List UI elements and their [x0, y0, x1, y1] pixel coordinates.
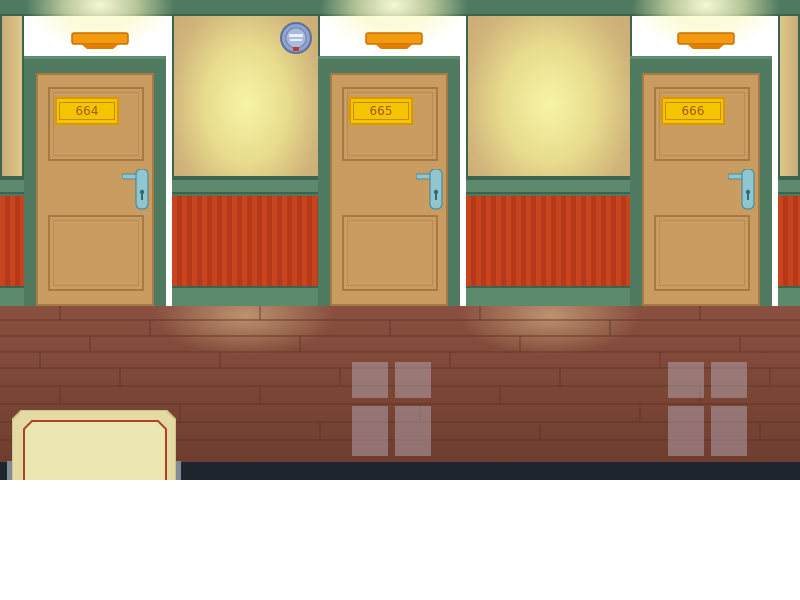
- window-reflection: [395, 406, 431, 456]
- window-reflection: [352, 362, 388, 398]
- hotel-door[interactable]: 665: [330, 73, 448, 306]
- wall-lamp-icon: [677, 32, 735, 49]
- room-number-plate: 665: [349, 97, 413, 125]
- door-frame-664: 664: [24, 56, 166, 306]
- wall-section-2: [466, 14, 632, 306]
- door-frame-665: 665: [318, 56, 460, 306]
- door-lower-panel: [48, 215, 144, 291]
- hotel-door[interactable]: 664: [36, 73, 154, 306]
- room-number: 665: [353, 102, 409, 120]
- door-lower-panel: [654, 215, 750, 291]
- parchment-card[interactable]: [12, 410, 176, 480]
- room-number: 666: [665, 102, 721, 120]
- room-number-plate: 664: [55, 97, 119, 125]
- window-reflection: [395, 362, 431, 398]
- door-handle-icon[interactable]: [728, 169, 758, 213]
- round-blue-emblem-icon[interactable]: [279, 21, 313, 55]
- room-number-plate: 666: [661, 97, 725, 125]
- window-reflection: [711, 362, 747, 398]
- door-lower-panel: [342, 215, 438, 291]
- window-reflection: [352, 406, 388, 456]
- hotel-door[interactable]: 666: [642, 73, 760, 306]
- wall-section-left-edge: [0, 14, 24, 306]
- room-number: 664: [59, 102, 115, 120]
- wall-section-1: [172, 14, 320, 306]
- hotel-corridor-scene: 664 665 666: [0, 0, 800, 480]
- wall-lamp-icon: [365, 32, 423, 49]
- door-frame-666: 666: [630, 56, 772, 306]
- window-reflection: [711, 406, 747, 456]
- door-handle-icon[interactable]: [416, 169, 446, 213]
- window-reflection: [668, 362, 704, 398]
- window-reflection: [668, 406, 704, 456]
- wall-section-right-edge: [778, 14, 800, 306]
- wall-lamp-icon: [71, 32, 129, 49]
- door-handle-icon[interactable]: [122, 169, 152, 213]
